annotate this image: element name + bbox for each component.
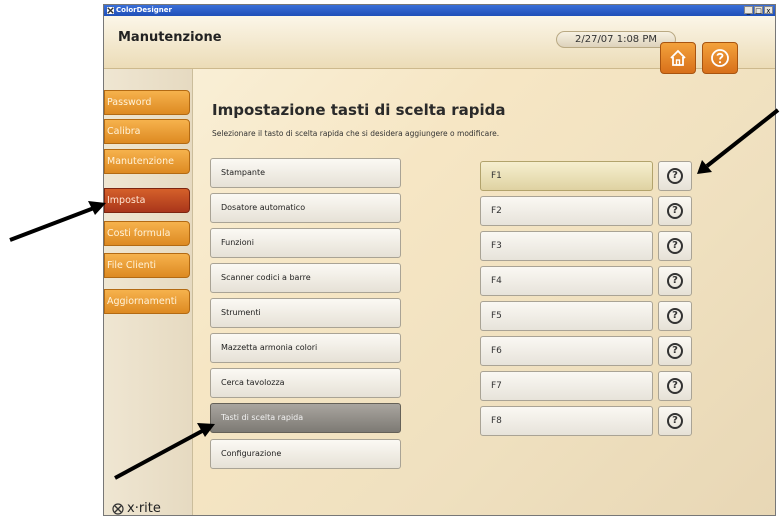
window-controls: _ □ x [744, 6, 773, 15]
header: Manutenzione 2/27/07 1:08 PM [104, 16, 775, 74]
minimize-button[interactable]: _ [744, 6, 753, 15]
fkey-f7[interactable]: F7 [480, 371, 653, 401]
option-cerca-tavolozza[interactable]: Cerca tavolozza [210, 368, 401, 398]
sidebar-item-label: File Clienti [107, 260, 157, 271]
option-tasti-scelta-rapida[interactable]: Tasti di scelta rapida [210, 403, 401, 433]
arrow-to-imposta [9, 201, 106, 242]
close-button[interactable]: x [764, 6, 773, 15]
question-icon: ? [667, 413, 683, 429]
sidebar-item-label: Calibra [107, 126, 141, 137]
question-icon: ? [667, 238, 683, 254]
sidebar-item-manutenzione[interactable]: Manutenzione [104, 149, 190, 174]
app-name: ColorDesigner [116, 6, 172, 14]
option-configurazione[interactable]: Configurazione [210, 439, 401, 469]
fkey-f4[interactable]: F4 [480, 266, 653, 296]
home-icon [670, 49, 686, 66]
section-title: Impostazione tasti di scelta rapida [212, 101, 506, 119]
sidebar-item-aggiornamenti[interactable]: Aggiornamenti [104, 289, 190, 314]
fkey-f6[interactable]: F6 [480, 336, 653, 366]
sidebar-item-label: Costi formula [107, 228, 171, 239]
app-window: ColorDesigner _ □ x Manutenzione 2/27/07… [103, 4, 776, 516]
option-mazzetta-armonia[interactable]: Mazzetta armonia colori [210, 333, 401, 363]
fkey-f1-help-button[interactable]: ? [658, 161, 692, 191]
section-instructions: Selezionare il tasto di scelta rapida ch… [212, 129, 500, 138]
option-dosatore-automatico[interactable]: Dosatore automatico [210, 193, 401, 223]
fkey-f6-help-button[interactable]: ? [658, 336, 692, 366]
question-icon: ? [667, 168, 683, 184]
main-panel: Impostazione tasti di scelta rapida Sele… [192, 69, 775, 515]
datetime-display: 2/27/07 1:08 PM [556, 31, 676, 48]
question-icon: ? [667, 203, 683, 219]
fkey-f7-help-button[interactable]: ? [658, 371, 692, 401]
question-icon: ? [667, 343, 683, 359]
option-scanner-codici[interactable]: Scanner codici a barre [210, 263, 401, 293]
option-stampante[interactable]: Stampante [210, 158, 401, 188]
fkey-f8-help-button[interactable]: ? [658, 406, 692, 436]
sidebar-item-label: Imposta [107, 195, 146, 206]
brand-name: x·rite [127, 501, 161, 516]
app-logo-icon [107, 7, 114, 14]
maximize-button[interactable]: □ [754, 6, 763, 15]
sidebar-item-label: Password [107, 97, 152, 108]
question-icon: ? [667, 273, 683, 289]
fkey-f5[interactable]: F5 [480, 301, 653, 331]
sidebar-item-calibra[interactable]: Calibra [104, 119, 190, 144]
page-title: Manutenzione [118, 30, 222, 45]
sidebar-item-costi-formula[interactable]: Costi formula [104, 221, 190, 246]
fkey-f2[interactable]: F2 [480, 196, 653, 226]
fkey-f8[interactable]: F8 [480, 406, 653, 436]
fkey-f3-help-button[interactable]: ? [658, 231, 692, 261]
fkey-f2-help-button[interactable]: ? [658, 196, 692, 226]
sidebar-item-file-clienti[interactable]: File Clienti [104, 253, 190, 278]
help-icon [711, 49, 729, 67]
question-icon: ? [667, 308, 683, 324]
question-icon: ? [667, 378, 683, 394]
sidebar-item-label: Manutenzione [107, 156, 174, 167]
title-bar: ColorDesigner _ □ x [104, 5, 775, 16]
option-funzioni[interactable]: Funzioni [210, 228, 401, 258]
sidebar-item-label: Aggiornamenti [107, 296, 178, 307]
option-strumenti[interactable]: Strumenti [210, 298, 401, 328]
xrite-logo: x·rite [112, 501, 161, 516]
sidebar-item-password[interactable]: Password [104, 90, 190, 115]
fkey-f5-help-button[interactable]: ? [658, 301, 692, 331]
sidebar-item-imposta[interactable]: Imposta [104, 188, 190, 213]
xrite-logo-icon [112, 502, 124, 515]
fkey-f3[interactable]: F3 [480, 231, 653, 261]
sidebar: Password Calibra Manutenzione Imposta Co… [104, 69, 193, 516]
fkey-f4-help-button[interactable]: ? [658, 266, 692, 296]
fkey-f1[interactable]: F1 [480, 161, 653, 191]
